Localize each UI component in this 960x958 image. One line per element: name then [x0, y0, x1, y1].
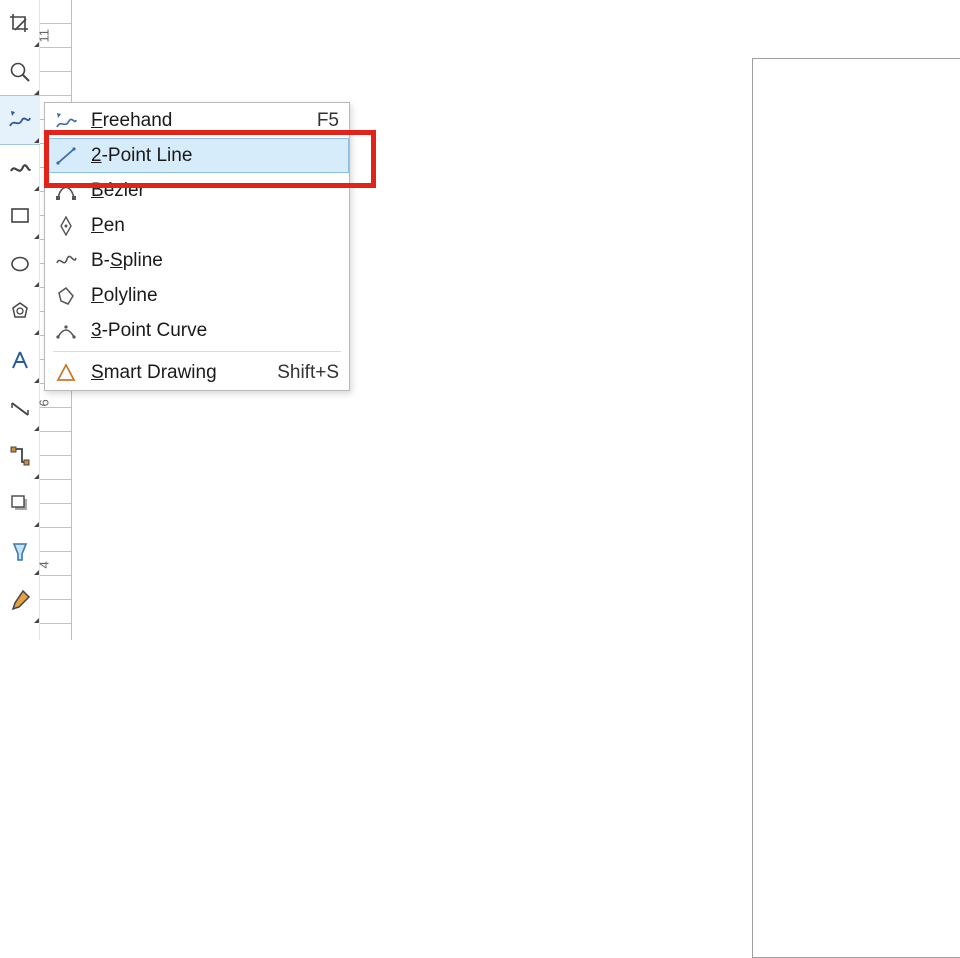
- zoom-tool[interactable]: [0, 48, 40, 96]
- menu-item-bezier[interactable]: Bézier: [45, 173, 349, 208]
- menu-item-3-point-curve[interactable]: 3-Point Curve: [45, 313, 349, 348]
- drop-shadow-tool[interactable]: [0, 480, 40, 528]
- eyedropper-tool[interactable]: [0, 576, 40, 624]
- dimension-icon: [9, 397, 31, 419]
- two-point-line-icon: [53, 144, 79, 168]
- menu-item-label: Pen: [91, 215, 327, 237]
- magnifier-icon: [9, 61, 31, 83]
- glass-icon: [9, 541, 31, 563]
- ruler-label: 4: [37, 561, 52, 568]
- freehand-tool[interactable]: [0, 96, 40, 144]
- curve-tools-flyout: Freehand F5 2-Point Line Bézier Pen B-Sp…: [44, 102, 350, 391]
- text-tool[interactable]: [0, 336, 40, 384]
- smart-drawing-icon: [53, 361, 79, 385]
- toolbox: [0, 0, 40, 640]
- shadow-icon: [10, 494, 30, 514]
- bezier-icon: [53, 179, 79, 203]
- dimension-tool[interactable]: [0, 384, 40, 432]
- polygon-gear-icon: [9, 301, 31, 323]
- eyedropper-icon: [9, 589, 31, 611]
- rectangle-icon: [10, 206, 30, 226]
- page-outline: [752, 58, 960, 958]
- polyline-icon: [53, 284, 79, 308]
- freehand-icon: [8, 108, 32, 132]
- ruler-label: 11: [37, 29, 52, 43]
- three-point-curve-icon: [53, 319, 79, 343]
- rectangle-tool[interactable]: [0, 192, 40, 240]
- menu-item-pen[interactable]: Pen: [45, 208, 349, 243]
- ellipse-icon: [10, 254, 30, 274]
- brush-wave-icon: [9, 157, 31, 179]
- artistic-media-tool[interactable]: [0, 144, 40, 192]
- transparency-tool[interactable]: [0, 528, 40, 576]
- menu-item-shortcut: F5: [317, 110, 339, 132]
- menu-item-polyline[interactable]: Polyline: [45, 278, 349, 313]
- ruler-label: 6: [37, 399, 52, 406]
- connector-tool[interactable]: [0, 432, 40, 480]
- menu-item-shortcut: Shift+S: [277, 362, 339, 384]
- menu-item-label: Bézier: [91, 180, 327, 202]
- menu-item-label: 3-Point Curve: [91, 320, 327, 342]
- menu-item-smart-drawing[interactable]: Smart Drawing Shift+S: [45, 355, 349, 390]
- freehand-icon: [53, 109, 79, 133]
- menu-item-label: Smart Drawing: [91, 362, 265, 384]
- menu-item-label: Freehand: [91, 110, 305, 132]
- pen-icon: [53, 214, 79, 238]
- connector-icon: [9, 445, 31, 467]
- ellipse-tool[interactable]: [0, 240, 40, 288]
- text-icon: [9, 349, 31, 371]
- menu-item-freehand[interactable]: Freehand F5: [45, 103, 349, 138]
- menu-item-label: 2-Point Line: [91, 145, 327, 167]
- menu-separator: [53, 351, 341, 352]
- crop-icon: [9, 13, 31, 35]
- menu-item-b-spline[interactable]: B-Spline: [45, 243, 349, 278]
- menu-item-2-point-line[interactable]: 2-Point Line: [45, 138, 349, 173]
- polygon-tool[interactable]: [0, 288, 40, 336]
- crop-tool[interactable]: [0, 0, 40, 48]
- menu-item-label: B-Spline: [91, 250, 327, 272]
- b-spline-icon: [53, 249, 79, 273]
- menu-item-label: Polyline: [91, 285, 327, 307]
